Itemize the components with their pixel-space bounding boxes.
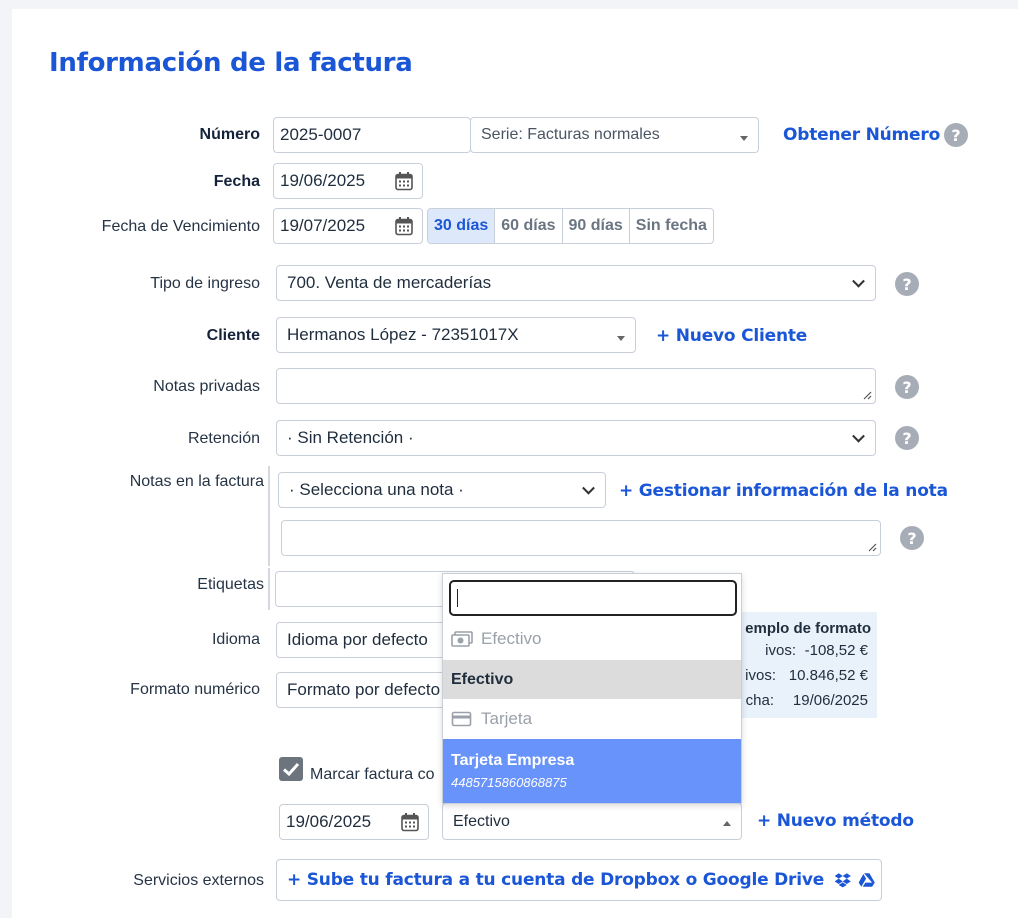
help-icon[interactable]: ? [895, 426, 919, 450]
dropdown-group-efectivo: Efectivo [443, 619, 741, 659]
calendar-icon[interactable] [395, 172, 413, 191]
retencion-value: · Sin Retención · [287, 428, 414, 447]
chevron-down-icon [852, 274, 865, 288]
divider [268, 466, 270, 566]
metodo-pago-dropdown: Efectivo Efectivo Tarjeta Tarjeta Empres… [442, 573, 742, 804]
vencimiento-label: Fecha de Vencimiento [101, 218, 260, 235]
dropbox-icon [834, 873, 851, 888]
serie-select[interactable]: Serie: Facturas normales [470, 117, 759, 153]
tipo-ingreso-value: 700. Venta de mercaderías [287, 273, 492, 292]
vencimiento-presets: 30 días 60 días 90 días Sin fecha [427, 208, 714, 244]
text-cursor [457, 589, 458, 607]
pago-fecha-value: 19/06/2025 [286, 812, 372, 831]
upload-cloud-button[interactable]: + Sube tu factura a tu cuenta de Dropbox… [276, 859, 882, 901]
caret-down-icon [740, 136, 748, 141]
fecha-input[interactable]: 19/06/2025 [273, 163, 423, 199]
formato-value: Formato por defecto [287, 680, 441, 699]
tipo-ingreso-label: Tipo de ingreso [150, 275, 260, 292]
example-row-value: 19/06/2025 [792, 692, 868, 709]
format-example-title: emplo de formato [745, 620, 871, 637]
help-icon[interactable]: ? [900, 526, 924, 550]
chevron-down-icon [582, 481, 595, 495]
nuevo-metodo-link[interactable]: + Nuevo método [757, 811, 914, 831]
page-title: Información de la factura [49, 48, 413, 78]
help-icon[interactable]: ? [944, 123, 968, 147]
example-row-label: cha: [745, 692, 774, 709]
chevron-down-icon [852, 429, 865, 443]
nuevo-cliente-link[interactable]: + Nuevo Cliente [656, 326, 807, 346]
resize-grip-icon[interactable] [868, 543, 877, 552]
caret-up-icon [723, 820, 731, 826]
nota-select[interactable]: · Selecciona una nota · [278, 472, 606, 508]
dropdown-option-label: Tarjeta Empresa [451, 752, 575, 769]
dropdown-option-efectivo[interactable]: Efectivo [443, 660, 741, 699]
serie-value: Serie: Facturas normales [481, 126, 660, 143]
gestionar-nota-link[interactable]: + Gestionar información de la nota [619, 481, 948, 501]
formato-label: Formato numérico [130, 681, 260, 698]
idioma-label: Idioma [211, 631, 260, 648]
cash-icon [451, 631, 473, 647]
dropdown-group-label: Tarjeta [481, 709, 533, 728]
preset-30-dias[interactable]: 30 días [428, 209, 496, 243]
calendar-icon[interactable] [395, 217, 413, 236]
format-example-row: ivos: 10.846,52 € [745, 667, 868, 684]
retencion-label: Retención [187, 430, 260, 447]
marcar-pagada-checkbox[interactable] [279, 757, 303, 781]
numero-input[interactable]: 2025-0007 [273, 117, 471, 153]
dropdown-group-tarjeta: Tarjeta [443, 699, 741, 739]
pago-fecha-input[interactable]: 19/06/2025 [279, 804, 429, 840]
example-row-value: -108,52 € [804, 642, 868, 659]
servicios-label: Servicios externos [133, 872, 264, 889]
divider [268, 568, 270, 610]
vencimiento-value: 19/07/2025 [280, 216, 366, 235]
nota-textarea[interactable] [281, 520, 881, 556]
dropdown-option-label: Efectivo [451, 670, 514, 688]
notas-factura-label: Notas en la factura [129, 473, 264, 490]
resize-grip-icon[interactable] [863, 391, 872, 400]
vencimiento-input[interactable]: 19/07/2025 [273, 208, 423, 244]
format-example-panel: emplo de formato ivos: -108,52 € ivos: 10.… [735, 612, 877, 718]
preset-90-dias[interactable]: 90 días [563, 209, 630, 243]
notas-privadas-label: Notas privadas [153, 378, 260, 395]
format-example-row: cha: 19/06/2025 [746, 692, 868, 709]
nota-select-value: · Selecciona una nota · [289, 480, 464, 499]
fecha-label: Fecha [213, 173, 260, 190]
cliente-select[interactable]: Hermanos López - 72351017X [276, 317, 636, 353]
help-icon[interactable]: ? [895, 375, 919, 399]
example-row-label: ivos: [765, 642, 796, 659]
dropdown-option-sublabel: 4485715860868875 [451, 775, 567, 790]
caret-down-icon [617, 336, 625, 341]
numero-label: Número [199, 126, 260, 143]
cliente-label: Cliente [206, 327, 260, 344]
marcar-pagada-label: Marcar factura co [310, 766, 435, 783]
fecha-value: 19/06/2025 [280, 171, 366, 190]
metodo-pago-value: Efectivo [453, 812, 510, 830]
preset-sin-fecha[interactable]: Sin fecha [630, 209, 713, 243]
checkmark-icon [282, 762, 300, 777]
notas-privadas-textarea[interactable] [276, 368, 876, 404]
obtener-numero-link[interactable]: Obtener Número [783, 125, 940, 145]
preset-60-dias[interactable]: 60 días [495, 209, 563, 243]
metodo-pago-select[interactable]: Efectivo [442, 803, 742, 840]
etiquetas-label: Etiquetas [197, 576, 264, 593]
tipo-ingreso-select[interactable]: 700. Venta de mercaderías [276, 265, 876, 301]
calendar-icon[interactable] [401, 813, 419, 832]
credit-card-icon [451, 711, 472, 727]
cliente-value: Hermanos López - 72351017X [287, 325, 519, 344]
upload-cloud-label: + Sube tu factura a tu cuenta de Dropbox… [287, 870, 825, 890]
google-drive-icon [858, 873, 875, 887]
help-icon[interactable]: ? [895, 272, 919, 296]
dropdown-group-label: Efectivo [481, 629, 542, 648]
retencion-select[interactable]: · Sin Retención · [276, 420, 876, 456]
format-example-row: ivos: -108,52 € [765, 642, 868, 659]
example-row-value: 10.846,52 € [788, 667, 868, 684]
dropdown-option-tarjeta-empresa[interactable]: Tarjeta Empresa 4485715860868875 [443, 739, 741, 803]
example-row-label: ivos: [745, 667, 776, 684]
idioma-value: Idioma por defecto [287, 630, 428, 649]
dropdown-search-input[interactable] [449, 580, 737, 616]
